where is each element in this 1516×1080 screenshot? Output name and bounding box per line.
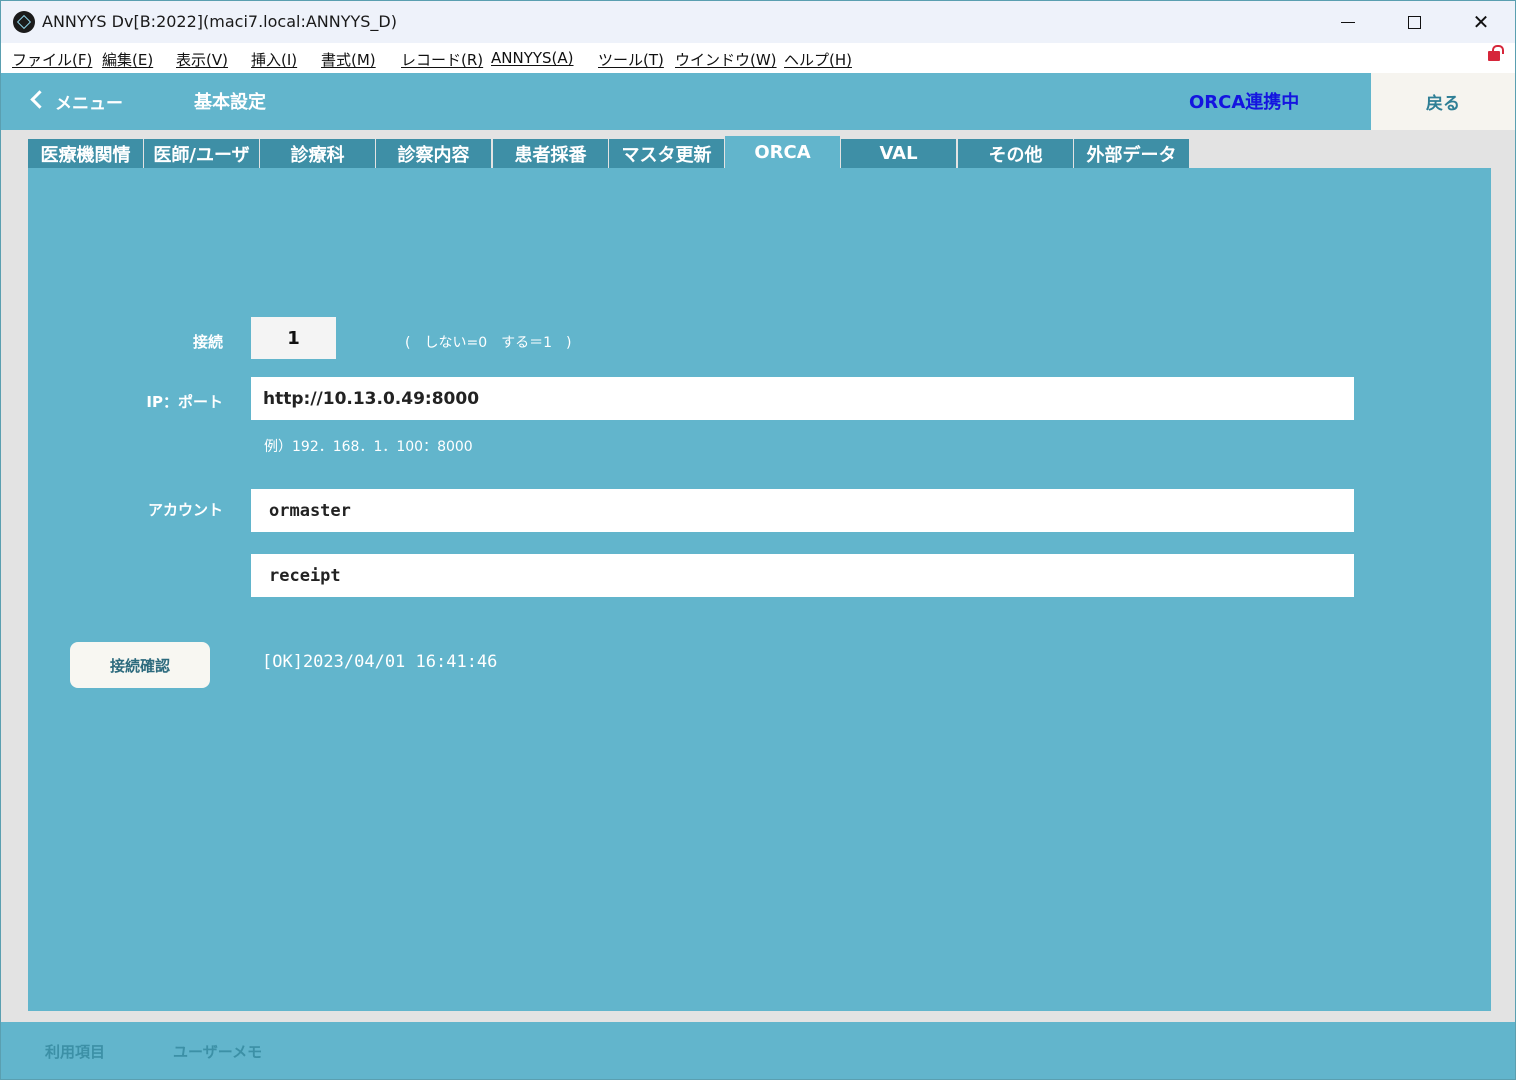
app-logo-icon	[13, 11, 35, 33]
footer-usage-items[interactable]: 利用項目	[45, 1041, 105, 1062]
tab-doctor-user[interactable]: 医師/ユーザ	[144, 139, 260, 168]
tab-master-update[interactable]: マスタ更新	[609, 139, 725, 168]
menu-link[interactable]: メニュー	[55, 89, 123, 114]
connection-input[interactable]: 1	[251, 317, 336, 359]
ip-port-input[interactable]: http://10.13.0.49:8000	[251, 377, 1354, 420]
app-window: ANNYYS Dv[B:2022](maci7.local:ANNYYS_D) …	[0, 0, 1516, 1080]
account-input[interactable]: ormaster	[251, 489, 1354, 532]
menu-help[interactable]: ヘルプ(H)	[784, 49, 852, 70]
tab-department[interactable]: 診療科	[260, 139, 376, 168]
footer-user-memo[interactable]: ユーザーメモ	[173, 1041, 262, 1062]
password-input[interactable]: receipt	[251, 554, 1354, 597]
tab-external-data[interactable]: 外部データ	[1074, 139, 1190, 168]
tab-examination[interactable]: 診察内容	[376, 139, 492, 168]
back-button[interactable]: 戻る	[1371, 73, 1515, 130]
window-title: ANNYYS Dv[B:2022](maci7.local:ANNYYS_D)	[42, 12, 397, 31]
tab-other[interactable]: その他	[958, 139, 1074, 168]
orca-status-indicator: ORCA連携中	[1189, 92, 1300, 113]
menu-annyys[interactable]: ANNYYS(A)	[491, 49, 574, 67]
connection-test-button[interactable]: 接続確認	[70, 642, 210, 688]
menu-edit[interactable]: 編集(E)	[102, 49, 153, 70]
menu-view[interactable]: 表示(V)	[176, 49, 228, 70]
connection-hint: ( しない=0 する＝1 )	[405, 335, 572, 351]
maximize-button[interactable]	[1381, 1, 1447, 43]
menu-file[interactable]: ファイル(F)	[12, 49, 92, 70]
menu-format[interactable]: 書式(M)	[321, 49, 376, 70]
connection-label: 接続	[192, 333, 223, 351]
maximize-icon	[1407, 15, 1421, 29]
title-bar: ANNYYS Dv[B:2022](maci7.local:ANNYYS_D) …	[1, 1, 1515, 43]
menu-window[interactable]: ウインドウ(W)	[675, 49, 777, 70]
minimize-button[interactable]	[1315, 1, 1381, 43]
menu-bar: ファイル(F) 編集(E) 表示(V) 挿入(I) 書式(M) レコード(R) …	[1, 43, 1515, 73]
tab-val[interactable]: VAL	[841, 139, 957, 168]
unlocked-lock-icon[interactable]	[1488, 45, 1504, 61]
ip-port-example: 例）192．168．1．100：8000	[264, 439, 473, 455]
close-button[interactable]: ✕	[1448, 1, 1514, 43]
close-icon: ✕	[1472, 10, 1490, 34]
tab-orca[interactable]: ORCA	[725, 136, 841, 169]
tab-medical-institution[interactable]: 医療機関情	[28, 139, 144, 168]
menu-tools[interactable]: ツール(T)	[598, 49, 664, 70]
connection-test-result: [OK]2023/04/01 16:41:46	[262, 652, 498, 672]
account-label: アカウント	[147, 501, 223, 519]
ip-port-label: IP：ポート	[146, 393, 223, 411]
menu-insert[interactable]: 挿入(I)	[251, 49, 297, 70]
tab-patient-numbering[interactable]: 患者採番	[493, 139, 609, 168]
page-title: 基本設定	[194, 92, 266, 113]
menu-record[interactable]: レコード(R)	[401, 49, 483, 70]
minimize-icon	[1341, 21, 1355, 23]
